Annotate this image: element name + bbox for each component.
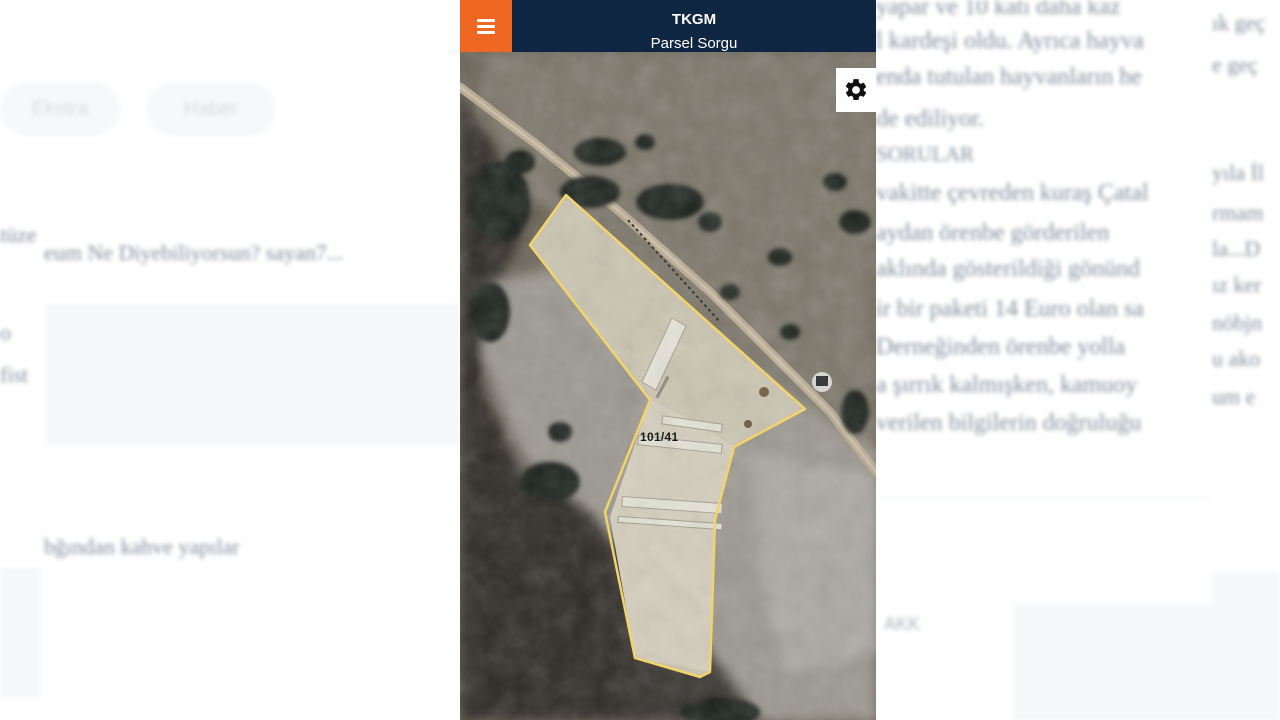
app-bar: TKGM Parsel Sorgu xyxy=(460,0,876,52)
bg-right-line: vakitte çevreden kuraş Çatal xyxy=(876,180,1149,206)
bg-right-line: ir bir paketi 14 Euro olan sa xyxy=(876,296,1144,322)
bg-embedded-box xyxy=(46,304,460,446)
bg-right-line: enda tutulan hayvanların he xyxy=(876,64,1142,90)
menu-button[interactable] xyxy=(460,0,512,52)
bg-far-line: e geç xyxy=(1212,52,1258,77)
gear-icon xyxy=(845,79,867,100)
bg-far-line: rmam xyxy=(1212,200,1264,225)
app-subtitle: Parsel Sorgu xyxy=(650,35,738,52)
settings-button[interactable] xyxy=(836,68,876,112)
bg-divider xyxy=(876,498,1210,499)
bg-far-line: um e xyxy=(1212,384,1256,409)
bg-far-line: yıla İl xyxy=(1212,160,1264,185)
bg-far-line: nöbjn xyxy=(1212,310,1263,335)
bg-thumbnail xyxy=(0,568,40,698)
texture xyxy=(460,52,876,720)
bg-thumbnail xyxy=(1212,572,1280,616)
bg-left-line: bğından kahve yapılar xyxy=(44,534,240,559)
satellite-map[interactable] xyxy=(460,52,876,720)
bg-left-edge: tüze xyxy=(0,222,37,247)
bg-pill-right: Haber xyxy=(146,82,276,136)
bg-caption: AKK xyxy=(884,614,921,634)
bg-right-line: de ediliyor. xyxy=(876,106,984,132)
bg-far-line: la...D xyxy=(1212,236,1261,261)
bg-far-line: ık geç xyxy=(1212,10,1266,35)
bg-far-line: ız ker xyxy=(1212,272,1262,297)
bg-far-line: u ako xyxy=(1212,346,1261,371)
bg-right-heading: SORULAR xyxy=(876,142,975,166)
bg-thumbnail xyxy=(1014,604,1280,720)
bg-left-edge: o xyxy=(0,320,11,345)
parcel-number-label: 101/41 xyxy=(640,430,679,444)
bg-left-edge: fist xyxy=(0,362,29,387)
app-title: TKGM xyxy=(671,11,717,28)
bg-right-line: a şırrık kalmışken, kamuoy xyxy=(876,372,1138,398)
bg-right-line: verilen bilgilerin doğruluğu xyxy=(876,410,1142,436)
phone-screen: 101/41 TKGM Parsel Sorgu xyxy=(460,0,876,720)
bg-right-line: aklında gösterildiği gönünd xyxy=(876,256,1140,282)
bg-right-line: aydan örenbe görderilen xyxy=(876,220,1110,246)
bg-right-line: Derneğinden örenbe yolla xyxy=(876,334,1126,360)
bg-left-line: eum Ne Diyebiliyorsun? sayan7... xyxy=(44,240,344,265)
bg-right-line: l kardeşi oldu. Ayrıca hayva xyxy=(876,28,1144,54)
bg-pill-left: Ekstra xyxy=(0,82,120,136)
bg-right-line: yapar ve 10 katı daha kaz xyxy=(876,0,1121,20)
